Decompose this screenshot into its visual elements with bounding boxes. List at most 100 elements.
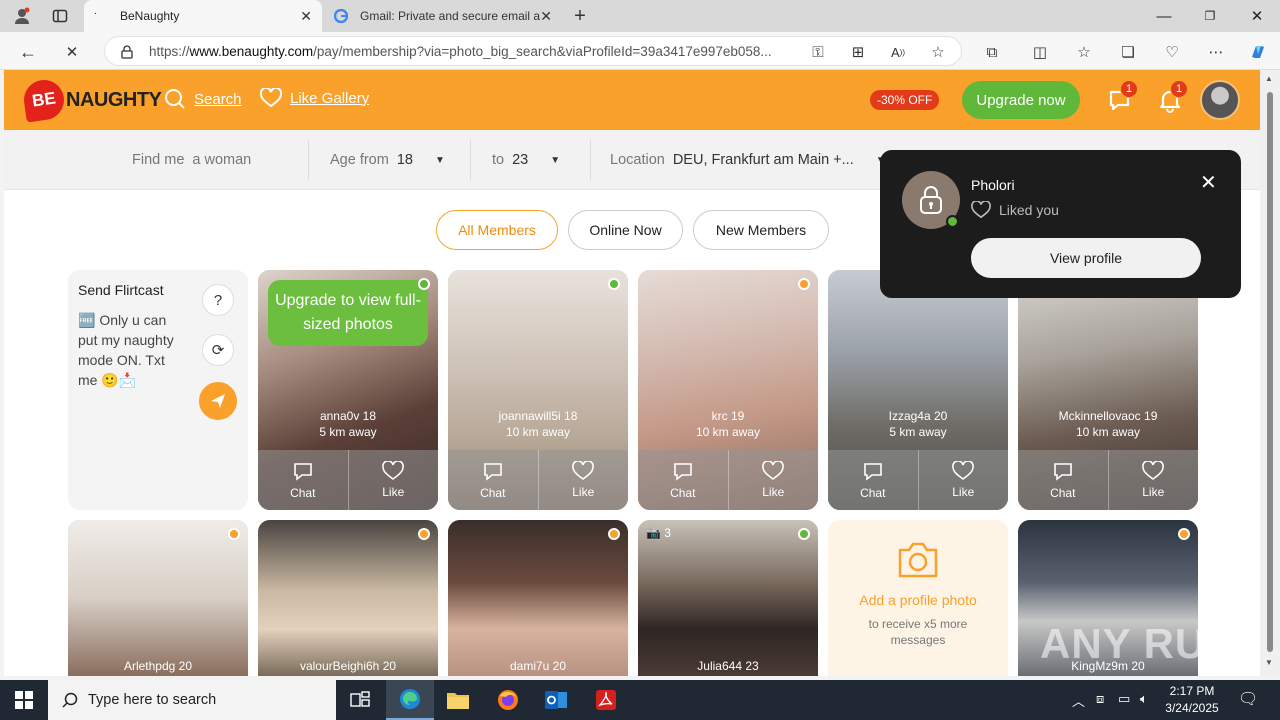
minimize-icon[interactable]: — bbox=[1152, 6, 1176, 26]
photo-count: 📷 3 bbox=[646, 526, 671, 540]
favorites-icon[interactable]: ☆ bbox=[1074, 42, 1094, 62]
file-explorer-icon[interactable] bbox=[434, 680, 482, 720]
liked-you-notification: Pholori Liked you ✕ View profile bbox=[880, 150, 1241, 298]
google-favicon-icon bbox=[334, 9, 348, 23]
like-button[interactable]: Like bbox=[347, 450, 439, 510]
member-card[interactable]: Izzag4a 20 5 km away Chat Like bbox=[828, 270, 1008, 510]
upgrade-photos-banner[interactable]: Upgrade to view full-sized photos bbox=[268, 280, 428, 346]
like-button[interactable]: Like bbox=[537, 450, 629, 510]
close-tab-icon[interactable]: ✕ bbox=[300, 8, 312, 25]
benaughty-logo[interactable]: BE NAUGHTY bbox=[21, 77, 162, 123]
age-from-select[interactable]: Age from 18 ▼ bbox=[330, 130, 445, 190]
add-photo-title: Add a profile photo bbox=[859, 592, 977, 608]
collections-icon[interactable]: ❏ bbox=[1118, 42, 1138, 62]
member-card[interactable]: Upgrade to view full-sized photos anna0v… bbox=[258, 270, 438, 510]
add-profile-photo-card[interactable]: Add a profile photo to receive x5 more m… bbox=[828, 520, 1008, 676]
like-button[interactable]: Like bbox=[917, 450, 1009, 510]
chat-button[interactable]: Chat bbox=[638, 450, 728, 510]
member-card[interactable]: 📷 3 Julia644 23 bbox=[638, 520, 818, 676]
edge-taskbar-icon[interactable] bbox=[386, 680, 434, 720]
find-me-filter[interactable]: Find me a woman bbox=[132, 130, 251, 190]
help-icon[interactable]: ? bbox=[202, 284, 234, 316]
send-flirtcast-button[interactable] bbox=[199, 382, 237, 420]
online-status-dot bbox=[608, 278, 620, 290]
close-window-icon[interactable]: ✕ bbox=[1245, 6, 1269, 26]
extensions-icon[interactable]: ⧉ bbox=[982, 42, 1002, 62]
taskbar-clock[interactable]: 2:17 PM 3/24/2025 bbox=[1152, 683, 1232, 717]
windows-logo-icon bbox=[15, 691, 33, 709]
age-to-select[interactable]: to 23 ▼ bbox=[492, 130, 560, 190]
member-card[interactable]: Arlethpdg 20 bbox=[68, 520, 248, 676]
tab-new-members[interactable]: New Members bbox=[693, 210, 829, 250]
close-tab-icon[interactable]: ✕ bbox=[540, 8, 552, 25]
read-aloud-icon[interactable]: A)) bbox=[888, 42, 908, 62]
away-status-dot bbox=[608, 528, 620, 540]
scroll-up-icon[interactable]: ▲ bbox=[1265, 74, 1273, 83]
location-select[interactable]: Location DEU, Frankfurt am Main +... ▼ bbox=[610, 130, 886, 190]
tab-online-now[interactable]: Online Now bbox=[568, 210, 683, 250]
chat-bubble-icon bbox=[293, 463, 312, 481]
tab-all-members[interactable]: All Members bbox=[436, 210, 558, 250]
task-view-icon[interactable] bbox=[336, 680, 384, 720]
member-name-age: anna0v 18 bbox=[319, 409, 377, 423]
logo-text: NAUGHTY bbox=[66, 88, 162, 111]
restore-icon[interactable]: ❐ bbox=[1198, 6, 1222, 26]
close-icon[interactable]: ✕ bbox=[1200, 170, 1217, 195]
tab-benaughty[interactable]: . BeNaughty ✕ bbox=[84, 0, 322, 32]
firefox-icon[interactable] bbox=[484, 680, 532, 720]
tab-actions-icon[interactable] bbox=[50, 6, 70, 26]
chat-button[interactable]: Chat bbox=[448, 450, 538, 510]
chat-button[interactable]: Chat bbox=[1018, 450, 1108, 510]
profile-icon[interactable] bbox=[12, 6, 32, 26]
member-name-age: Arlethpdg 20 bbox=[123, 659, 193, 673]
like-button[interactable]: Like bbox=[1107, 450, 1199, 510]
favorite-star-icon[interactable]: ☆ bbox=[928, 42, 948, 62]
chat-button[interactable]: Chat bbox=[258, 450, 348, 510]
start-button[interactable] bbox=[0, 680, 48, 720]
acrobat-icon[interactable] bbox=[582, 680, 630, 720]
windows-taskbar: Type here to search ︿ ⧈ ▭ 🔈︎ 2:17 PM 3/2… bbox=[0, 680, 1280, 720]
chat-button[interactable]: Chat bbox=[828, 450, 918, 510]
taskbar-search-box[interactable]: Type here to search bbox=[48, 680, 336, 720]
upgrade-now-button[interactable]: Upgrade now bbox=[962, 81, 1080, 119]
chevron-down-icon: ▼ bbox=[550, 154, 561, 166]
refresh-icon[interactable]: ⟳ bbox=[202, 334, 234, 366]
copilot-icon[interactable] bbox=[1248, 42, 1268, 62]
network-tray-icon[interactable]: ⧈ bbox=[1096, 691, 1104, 707]
outlook-icon[interactable] bbox=[532, 680, 580, 720]
scrollbar-thumb[interactable] bbox=[1267, 92, 1273, 652]
url-field[interactable]: https://www.benaughty.com/pay/membership… bbox=[104, 36, 962, 66]
page-scrollbar[interactable]: ▲ ▼ bbox=[1260, 70, 1280, 676]
new-tab-icon[interactable]: + bbox=[570, 5, 590, 27]
split-screen-icon[interactable]: ◫ bbox=[1030, 42, 1050, 62]
member-name-age: dami7u 20 bbox=[509, 659, 567, 673]
apps-icon[interactable]: ⊞ bbox=[848, 42, 868, 62]
back-icon[interactable]: ← bbox=[18, 42, 38, 62]
tab-gmail[interactable]: Gmail: Private and secure email a ✕ bbox=[324, 0, 562, 32]
volume-icon[interactable]: 🔈︎ bbox=[1140, 691, 1148, 707]
member-photo[interactable] bbox=[448, 520, 628, 676]
battery-tray-icon[interactable]: ▭ bbox=[1118, 691, 1130, 707]
stop-loading-icon[interactable]: ✕ bbox=[62, 42, 82, 62]
user-avatar[interactable] bbox=[1200, 80, 1240, 120]
notification-center-icon[interactable]: 🗨︎ bbox=[1238, 689, 1258, 709]
view-profile-button[interactable]: View profile bbox=[971, 238, 1201, 278]
nav-like-gallery-link[interactable]: Like Gallery bbox=[260, 88, 369, 108]
member-distance: 5 km away bbox=[889, 425, 947, 439]
scroll-down-icon[interactable]: ▼ bbox=[1265, 658, 1273, 667]
nav-search-link[interactable]: Search bbox=[164, 88, 242, 110]
key-icon[interactable]: ⚿ bbox=[808, 42, 828, 62]
like-button[interactable]: Like bbox=[727, 450, 819, 510]
performance-icon[interactable]: ♡ bbox=[1162, 42, 1182, 62]
member-card[interactable]: dami7u 20 bbox=[448, 520, 628, 676]
show-hidden-icons[interactable]: ︿ bbox=[1072, 691, 1085, 710]
member-photo[interactable] bbox=[68, 520, 248, 676]
settings-more-icon[interactable]: ⋯ bbox=[1206, 42, 1226, 62]
member-card[interactable]: krc 19 10 km away Chat Like bbox=[638, 270, 818, 510]
lock-icon[interactable] bbox=[121, 45, 133, 59]
member-card[interactable]: valourBeighi6h 20 bbox=[258, 520, 438, 676]
member-photo[interactable] bbox=[638, 520, 818, 676]
member-photo[interactable] bbox=[258, 520, 438, 676]
member-card[interactable]: joannawill5i 18 10 km away Chat Like bbox=[448, 270, 628, 510]
member-card[interactable]: Mckinnellovaoc 19 10 km away Chat Like bbox=[1018, 270, 1198, 510]
